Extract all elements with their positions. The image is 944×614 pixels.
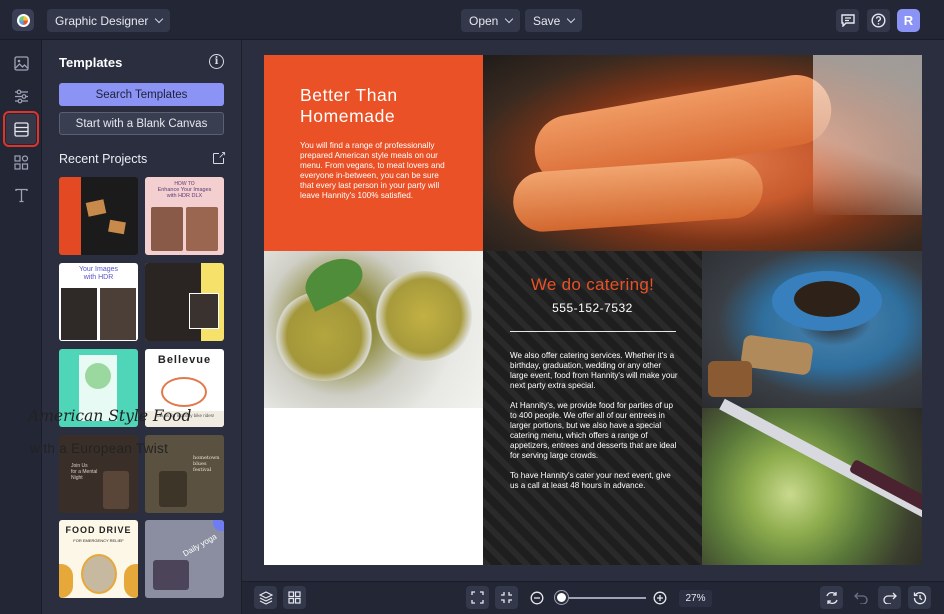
grid-icon bbox=[288, 591, 301, 604]
phone-number[interactable]: 555-152-7532 bbox=[483, 301, 702, 315]
redo-icon bbox=[882, 592, 897, 604]
feedback-button[interactable] bbox=[836, 9, 859, 32]
sliders-icon bbox=[14, 89, 28, 103]
bottom-toolbar: 27% bbox=[242, 581, 944, 614]
project-type-dropdown[interactable]: Graphic Designer bbox=[47, 9, 171, 32]
layers-button[interactable] bbox=[254, 586, 277, 609]
expand-icon bbox=[471, 591, 484, 604]
history-icon bbox=[913, 591, 926, 604]
recent-project-thumb[interactable]: Daily yoga bbox=[145, 520, 224, 598]
recent-project-thumb[interactable]: HOW TO Enhance Your Images with HDR DLX bbox=[145, 177, 224, 255]
redo-button[interactable] bbox=[878, 586, 901, 609]
templates-icon bbox=[13, 121, 29, 137]
rail-photos[interactable] bbox=[6, 48, 36, 78]
zoom-out-button[interactable] bbox=[530, 591, 544, 610]
recent-project-thumb[interactable]: Your Images with HDR bbox=[59, 263, 138, 341]
rail-text[interactable] bbox=[6, 180, 36, 210]
search-templates-button[interactable]: Search Templates bbox=[59, 83, 224, 106]
zoom-out-icon bbox=[530, 591, 544, 605]
templates-panel: Templates i Search Templates Start with … bbox=[42, 40, 242, 614]
thumb-text: Your Images with HDR bbox=[78, 266, 119, 281]
blank-canvas-button[interactable]: Start with a Blank Canvas bbox=[59, 112, 224, 135]
chevron-down-icon bbox=[505, 14, 514, 24]
chat-icon bbox=[840, 14, 855, 27]
text-icon bbox=[14, 188, 28, 202]
thumb-text: hometown blues festival bbox=[193, 455, 220, 473]
catering-body[interactable]: We also offer catering services. Whether… bbox=[510, 351, 678, 501]
divider-line bbox=[510, 331, 676, 332]
intro-text[interactable]: You will find a range of professionally … bbox=[300, 141, 450, 201]
actual-size-button[interactable] bbox=[495, 586, 518, 609]
recent-project-thumb[interactable] bbox=[59, 177, 138, 255]
thumb-text: Bellevue bbox=[157, 354, 212, 366]
zoom-in-icon bbox=[653, 591, 667, 605]
history-button[interactable] bbox=[908, 586, 931, 609]
project-type-label: Graphic Designer bbox=[55, 13, 149, 28]
catering-paragraph: To have Hannity's cater your next event,… bbox=[510, 471, 671, 490]
rail-adjustments[interactable] bbox=[6, 81, 36, 111]
recent-projects-title: Recent Projects bbox=[59, 152, 148, 166]
coffee-photo[interactable] bbox=[702, 251, 922, 408]
thumb-text: FOR EMERGENCY RELIEF bbox=[73, 538, 124, 543]
compress-icon bbox=[501, 592, 512, 603]
open-dropdown[interactable]: Open bbox=[461, 9, 521, 32]
help-button[interactable] bbox=[867, 9, 890, 32]
external-arrow-icon: ↗ bbox=[218, 150, 227, 161]
recent-project-thumb[interactable] bbox=[145, 263, 224, 341]
tagline-block[interactable] bbox=[264, 408, 483, 565]
recent-project-thumb[interactable]: FOOD DRIVE FOR EMERGENCY RELIEF bbox=[59, 520, 138, 598]
logo-mark-icon bbox=[16, 13, 30, 27]
zoom-level[interactable]: 27% bbox=[679, 590, 712, 607]
thumb-text: Daily yoga bbox=[181, 531, 219, 559]
panel-title: Templates bbox=[59, 55, 123, 70]
zoom-slider-handle[interactable] bbox=[555, 591, 568, 604]
open-label: Open bbox=[469, 13, 499, 28]
zoom-slider-track[interactable] bbox=[558, 597, 646, 599]
undo-button[interactable] bbox=[849, 586, 872, 609]
save-dropdown[interactable]: Save bbox=[525, 9, 583, 32]
headline-text[interactable]: Better Than Homemade bbox=[300, 85, 450, 127]
grid-button[interactable] bbox=[283, 586, 306, 609]
tea-photo[interactable] bbox=[264, 250, 483, 408]
help-icon bbox=[871, 13, 886, 28]
refresh-icon bbox=[825, 591, 838, 604]
salmon-photo[interactable] bbox=[483, 55, 922, 251]
catering-title[interactable]: We do catering! bbox=[483, 275, 702, 295]
thumb-text: FOOD DRIVE bbox=[65, 525, 132, 535]
thumb-text: Enhance Your Images with HDR DLX bbox=[157, 187, 212, 199]
catering-paragraph: We also offer catering services. Whether… bbox=[510, 351, 678, 390]
undo-icon bbox=[853, 592, 868, 604]
leek-photo[interactable] bbox=[702, 398, 922, 565]
catering-paragraph: At Hannity's, we provide food for partie… bbox=[510, 401, 677, 460]
save-label: Save bbox=[533, 13, 561, 28]
chevron-down-icon bbox=[155, 14, 164, 24]
layers-icon bbox=[258, 590, 273, 605]
thumb-text: Join Us for a Mental Night bbox=[71, 463, 98, 481]
tool-rail bbox=[0, 40, 42, 614]
script-title[interactable]: American Style Food bbox=[28, 407, 191, 425]
avatar[interactable]: R bbox=[897, 9, 920, 32]
refresh-button[interactable] bbox=[820, 586, 843, 609]
tagline-subtitle[interactable]: with a European Twist bbox=[30, 441, 168, 456]
info-icon[interactable]: i bbox=[209, 54, 224, 69]
shapes-icon bbox=[13, 154, 28, 170]
top-bar: Graphic Designer Open Save R bbox=[0, 0, 944, 40]
app-logo[interactable] bbox=[12, 9, 34, 31]
zoom-in-button[interactable] bbox=[653, 591, 667, 610]
rail-templates[interactable] bbox=[3, 111, 39, 147]
fit-screen-button[interactable] bbox=[466, 586, 489, 609]
image-icon bbox=[13, 55, 29, 71]
rail-graphics[interactable] bbox=[6, 147, 36, 177]
chevron-down-icon bbox=[567, 14, 576, 24]
